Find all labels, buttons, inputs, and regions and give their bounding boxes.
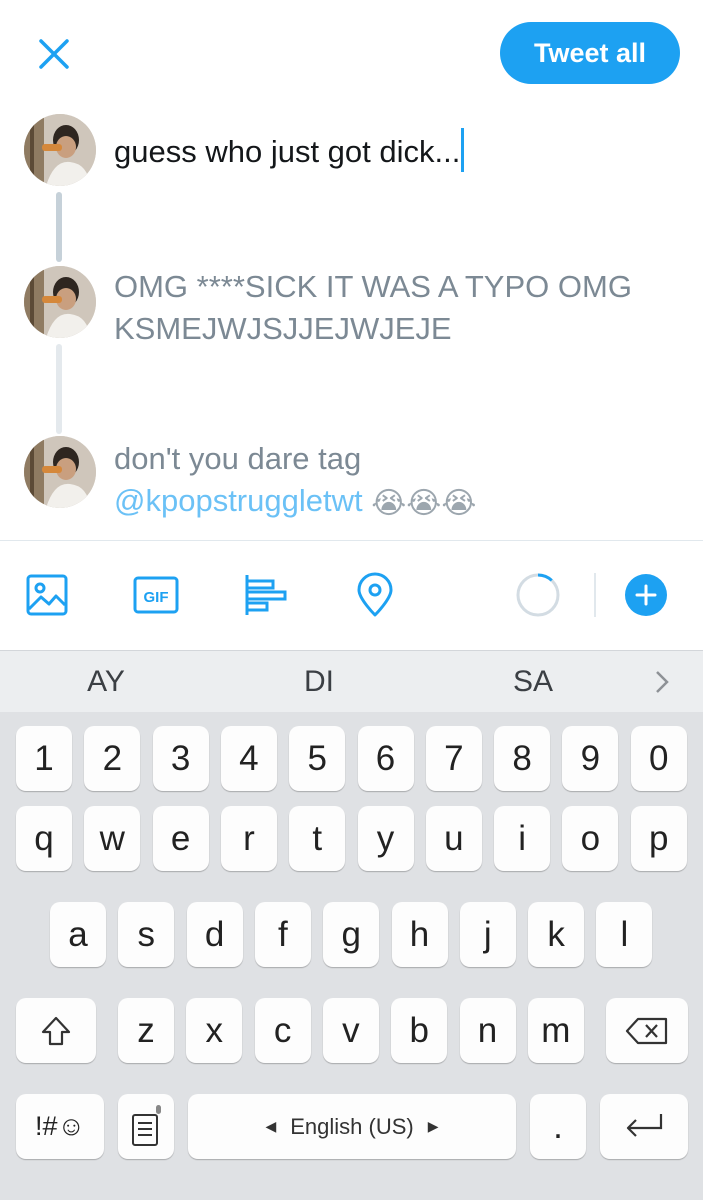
- space-language-label: English (US): [290, 1113, 414, 1139]
- key-e[interactable]: e: [152, 806, 209, 871]
- key-g[interactable]: g: [323, 902, 380, 967]
- thread-connector: [56, 344, 62, 434]
- key-6[interactable]: 6: [357, 726, 414, 791]
- key-3[interactable]: 3: [152, 726, 209, 791]
- mention-link[interactable]: @kpopstruggletwt: [114, 483, 363, 518]
- clipboard-key[interactable]: [118, 1094, 174, 1159]
- add-tweet-icon[interactable]: [624, 573, 668, 617]
- keyboard: !#☺ ◀ English (US) ▶ . 1234567890 qwertyu…: [0, 712, 703, 1200]
- suggestion-2[interactable]: DI: [259, 651, 379, 713]
- key-s[interactable]: s: [118, 902, 175, 967]
- shift-icon: [41, 1016, 71, 1045]
- tweet-text-2-line1: OMG ****SICK IT WAS A TYPO OMG: [114, 269, 632, 304]
- key-o[interactable]: o: [562, 806, 619, 871]
- backspace-key[interactable]: [606, 998, 688, 1063]
- backspace-icon: [625, 1017, 668, 1044]
- key-t[interactable]: t: [289, 806, 346, 871]
- symbols-key[interactable]: !#☺: [16, 1094, 104, 1159]
- key-c[interactable]: c: [254, 998, 311, 1063]
- poll-icon[interactable]: [242, 571, 290, 619]
- key-m[interactable]: m: [527, 998, 584, 1063]
- thread-connector: [56, 192, 62, 262]
- tweet-text-3-line1: don't you dare tag: [114, 441, 362, 476]
- key-5[interactable]: 5: [289, 726, 346, 791]
- enter-icon: [626, 1113, 663, 1137]
- key-1[interactable]: 1: [16, 726, 72, 791]
- key-i[interactable]: i: [494, 806, 551, 871]
- suggestion-1[interactable]: AY: [46, 651, 166, 713]
- avatar: [24, 436, 96, 508]
- tweet-all-button[interactable]: Tweet all: [500, 22, 680, 84]
- key-9[interactable]: 9: [562, 726, 619, 791]
- toolbar-divider: [594, 573, 596, 617]
- character-count-ring: [514, 571, 562, 619]
- crying-emoji: 😭😭😭: [371, 486, 477, 521]
- gif-label: GIF: [144, 589, 169, 606]
- key-a[interactable]: a: [50, 902, 106, 967]
- suggestion-3[interactable]: SA: [473, 651, 593, 713]
- location-icon[interactable]: [351, 571, 399, 619]
- key-b[interactable]: b: [391, 998, 448, 1063]
- key-q[interactable]: q: [16, 806, 72, 871]
- clipboard-mic-icon: [132, 1104, 161, 1146]
- key-x[interactable]: x: [186, 998, 243, 1063]
- text-cursor: [461, 128, 465, 172]
- tweet-text-2-line2: KSMEJWJSJJEJWJEJE: [114, 311, 452, 346]
- key-h[interactable]: h: [391, 902, 448, 967]
- key-l[interactable]: l: [596, 902, 653, 967]
- key-r[interactable]: r: [220, 806, 277, 871]
- image-icon[interactable]: [23, 571, 71, 619]
- tweet-input-3[interactable]: don't you dare tag @kpopstruggletwt 😭😭😭: [114, 438, 684, 525]
- key-d[interactable]: d: [186, 902, 243, 967]
- period-key[interactable]: .: [530, 1094, 586, 1159]
- key-y[interactable]: y: [357, 806, 414, 871]
- shift-key[interactable]: [16, 998, 96, 1063]
- enter-key[interactable]: [600, 1094, 688, 1159]
- key-0[interactable]: 0: [630, 726, 687, 791]
- compose-area: Tweet all guess who just got dick... OMG…: [0, 0, 703, 540]
- key-u[interactable]: u: [425, 806, 482, 871]
- key-v[interactable]: v: [322, 998, 379, 1063]
- space-key[interactable]: ◀ English (US) ▶: [188, 1094, 516, 1159]
- key-p[interactable]: p: [630, 806, 687, 871]
- tweet-input-2[interactable]: OMG ****SICK IT WAS A TYPO OMG KSMEJWJSJ…: [114, 266, 684, 350]
- key-k[interactable]: k: [528, 902, 585, 967]
- key-j[interactable]: j: [459, 902, 516, 967]
- suggestion-bar: AY DI SA: [0, 650, 703, 713]
- key-n[interactable]: n: [459, 998, 516, 1063]
- key-8[interactable]: 8: [494, 726, 551, 791]
- key-z[interactable]: z: [118, 998, 174, 1063]
- chevron-right-icon[interactable]: [648, 667, 676, 697]
- avatar: [24, 114, 96, 186]
- key-w[interactable]: w: [84, 806, 141, 871]
- tweet-input-1[interactable]: guess who just got dick...: [114, 128, 684, 173]
- language-next-icon: ▶: [427, 1118, 439, 1134]
- gif-icon[interactable]: GIF: [132, 571, 180, 619]
- avatar: [24, 266, 96, 338]
- tweet-text-1: guess who just got dick...: [114, 134, 461, 169]
- key-7[interactable]: 7: [425, 726, 482, 791]
- compose-toolbar: GIF: [0, 540, 703, 651]
- key-4[interactable]: 4: [220, 726, 277, 791]
- key-f[interactable]: f: [254, 902, 311, 967]
- language-prev-icon: ◀: [265, 1118, 277, 1134]
- key-2[interactable]: 2: [84, 726, 141, 791]
- close-icon[interactable]: [32, 32, 76, 76]
